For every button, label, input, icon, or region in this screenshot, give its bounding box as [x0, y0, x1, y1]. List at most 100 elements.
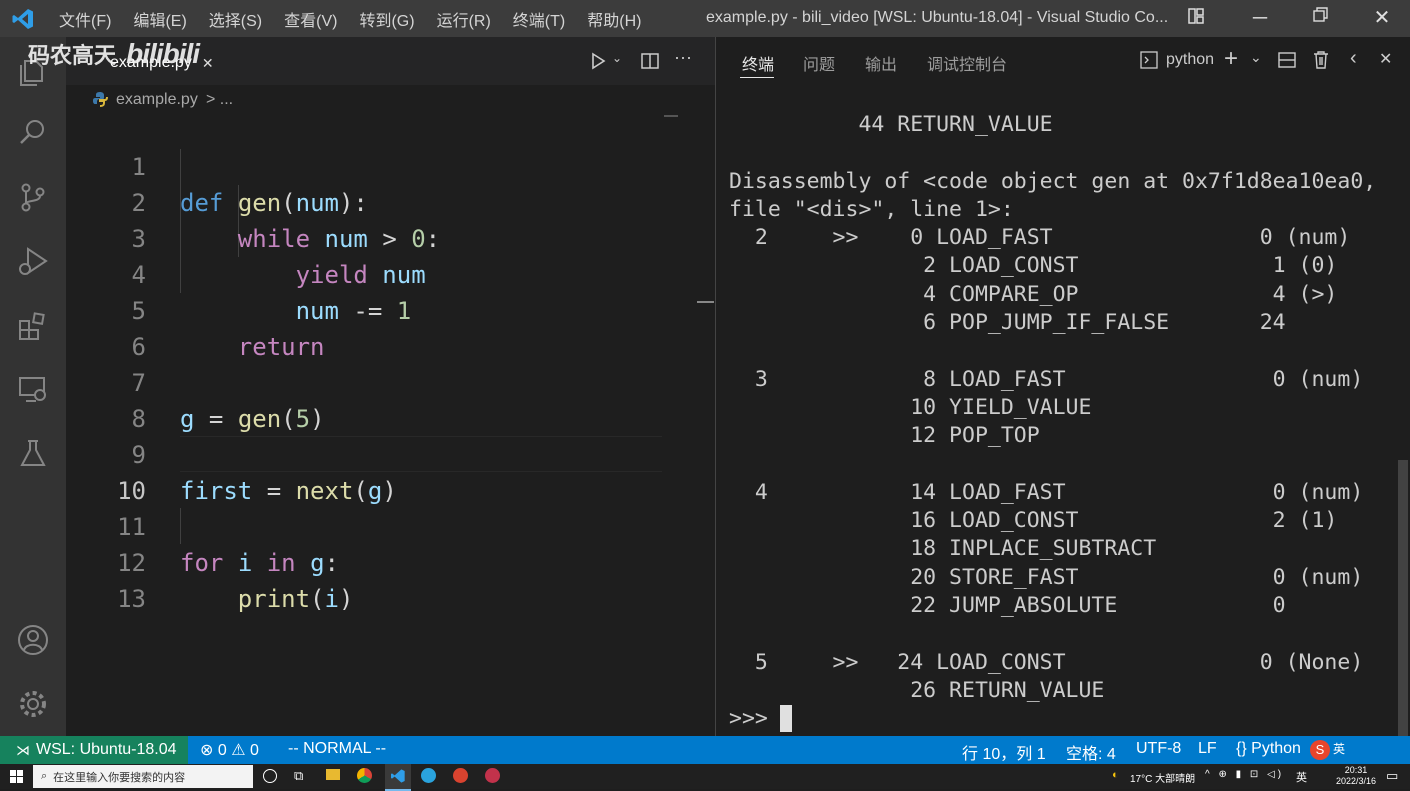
vscode-logo-icon[interactable] [0, 0, 46, 37]
terminal-chevron-down-icon[interactable]: ⌄ [1250, 49, 1262, 66]
source-control-icon[interactable] [16, 180, 50, 214]
menu-selection[interactable]: 选择(S) [209, 7, 262, 31]
telegram-icon[interactable] [421, 768, 436, 783]
taskbar-ime[interactable]: 英 [1296, 769, 1307, 785]
account-icon[interactable] [16, 623, 50, 657]
more-actions-icon[interactable]: ··· [674, 47, 692, 68]
sogou-ime-icon[interactable]: S [1310, 740, 1330, 760]
code-line: 3 yield num [66, 185, 666, 289]
code-line: 13 [66, 545, 666, 613]
remote-explorer-icon[interactable] [16, 373, 50, 407]
code-line: 9 first = next(g) [66, 401, 666, 505]
warning-count: 0 [250, 742, 259, 759]
code-line: 5 return [66, 257, 666, 361]
tab-debug-console[interactable]: 调试控制台 [927, 51, 1007, 75]
testing-icon[interactable] [16, 437, 50, 471]
remote-indicator[interactable]: ⋊ WSL: Ubuntu-18.04 [0, 736, 188, 764]
terminal-line: 22 JUMP_ABSOLUTE 0 [729, 593, 1286, 618]
trash-icon[interactable] [1312, 50, 1330, 75]
activity-bar [0, 37, 66, 736]
layout-icon[interactable] [1184, 6, 1208, 30]
extensions-icon[interactable] [16, 309, 50, 343]
code-line: 1 def gen(num): [66, 113, 666, 217]
cortana-icon[interactable] [263, 769, 277, 783]
windows-start-icon[interactable] [10, 770, 23, 786]
search-icon: ⌕ [41, 770, 48, 782]
chrome-icon[interactable] [357, 768, 372, 783]
breadcrumb-rest[interactable]: > ... [206, 91, 233, 109]
weather-text[interactable]: 17°C 大部晴朗 [1130, 770, 1195, 785]
terminal-dropdown-label[interactable]: python [1166, 51, 1214, 69]
menu-terminal[interactable]: 终端(T) [513, 7, 565, 31]
cursor-position[interactable]: 行 10，列 1 [962, 740, 1046, 764]
tab-problems[interactable]: 问题 [803, 51, 835, 75]
error-count: 0 [217, 742, 227, 759]
system-tray-icons[interactable]: ^ ⊕ ▮ ⊡ ◁) [1205, 769, 1284, 780]
terminal-line: 26 RETURN_VALUE [729, 678, 1105, 703]
close-window-icon[interactable]: ✕ [1370, 6, 1394, 30]
bilibili-logo: bilibili [126, 38, 200, 69]
problems-indicator[interactable]: ⊗ 0 ⚠ 0 [200, 740, 259, 760]
taskbar-search[interactable]: ⌕ 在这里输入你要搜索的内容 [33, 765, 253, 788]
clock[interactable]: 20:31 2022/3/16 [1336, 765, 1376, 787]
code-line: 11 for i in g: [66, 473, 666, 577]
tab-terminal[interactable]: 终端 [742, 51, 774, 75]
app-icon[interactable] [453, 768, 468, 783]
new-terminal-icon[interactable]: + [1224, 45, 1238, 73]
screen-recorder-icon[interactable] [485, 768, 500, 783]
search-placeholder: 在这里输入你要搜索的内容 [53, 771, 186, 784]
search-icon[interactable] [16, 115, 50, 149]
notification-icon[interactable]: ▭ [1386, 768, 1398, 784]
clock-date: 2022/3/16 [1336, 776, 1377, 786]
breadcrumb-file[interactable]: example.py [116, 91, 198, 109]
windows-taskbar: ⌕ 在这里输入你要搜索的内容 ⧉ ◐ 17°C 大部晴朗 ^ ⊕ ▮ ⊡ ◁) … [0, 764, 1410, 791]
code-editor[interactable]: 1 def gen(num): 2 while num > 0: 3 yield… [66, 115, 715, 736]
terminal-line: 6 POP_JUMP_IF_FALSE 24 [729, 310, 1286, 335]
language-mode[interactable]: {} Python [1236, 740, 1301, 758]
run-python-file-icon[interactable] [588, 51, 608, 76]
task-view-icon[interactable]: ⧉ [294, 768, 303, 784]
run-dropdown-chevron-icon[interactable]: ⌄ [612, 51, 622, 65]
file-explorer-icon[interactable] [326, 769, 340, 780]
vscode-taskbar-icon[interactable] [385, 764, 411, 791]
tab-output[interactable]: 输出 [865, 51, 897, 75]
menu-edit[interactable]: 编辑(E) [133, 7, 186, 31]
terminal-line: 2 >> 0 LOAD_FAST 0 (num) [729, 225, 1351, 250]
run-debug-icon[interactable] [16, 245, 50, 279]
end-of-line[interactable]: LF [1198, 740, 1217, 758]
restore-icon[interactable] [1308, 6, 1332, 30]
title-bar: 文件(F) 编辑(E) 选择(S) 查看(V) 转到(G) 运行(R) 终端(T… [0, 0, 1410, 37]
terminal-line: 18 INPLACE_SUBTRACT [729, 536, 1157, 561]
terminal-line: 12 POP_TOP [729, 423, 1040, 448]
minimize-icon[interactable]: ─ [1248, 6, 1272, 30]
terminal-line: 16 LOAD_CONST 2 (1) [729, 508, 1338, 533]
terminal-scrollbar[interactable] [1398, 460, 1408, 736]
code-line: 8 [66, 365, 666, 433]
close-panel-icon[interactable]: ✕ [1379, 49, 1392, 69]
remote-label: WSL: Ubuntu-18.04 [36, 741, 177, 758]
ime-mode[interactable]: 英 [1333, 740, 1345, 757]
braces-icon: {} [1236, 740, 1247, 757]
menu-help[interactable]: 帮助(H) [587, 7, 641, 31]
menu-run[interactable]: 运行(R) [437, 7, 491, 31]
settings-gear-icon[interactable] [16, 687, 50, 721]
encoding[interactable]: UTF-8 [1136, 740, 1181, 758]
split-terminal-icon[interactable] [1278, 51, 1296, 74]
line-number: 13 [117, 585, 146, 613]
terminal-line: 4 COMPARE_OP 4 (>) [729, 282, 1338, 307]
code-line: 2 while num > 0: [66, 149, 666, 253]
indentation[interactable]: 空格: 4 [1066, 740, 1116, 764]
panel-back-icon[interactable]: ‹ [1350, 47, 1357, 70]
terminal-line: 3 8 LOAD_FAST 0 (num) [729, 367, 1364, 392]
minimap[interactable] [664, 115, 678, 131]
code-line: 6 [66, 293, 666, 361]
terminal-icon [1140, 51, 1158, 74]
tab-close-icon[interactable]: ✕ [202, 55, 214, 72]
terminal-output[interactable]: 44 RETURN_VALUE Disassembly of <code obj… [716, 100, 1396, 736]
terminal-line: Disassembly of <code object gen at 0x7f1… [729, 169, 1377, 194]
menu-file[interactable]: 文件(F) [59, 7, 111, 31]
editor-scroll-marker[interactable] [697, 301, 714, 303]
menu-view[interactable]: 查看(V) [284, 7, 337, 31]
split-editor-icon[interactable] [640, 51, 660, 76]
menu-go[interactable]: 转到(G) [359, 7, 414, 31]
